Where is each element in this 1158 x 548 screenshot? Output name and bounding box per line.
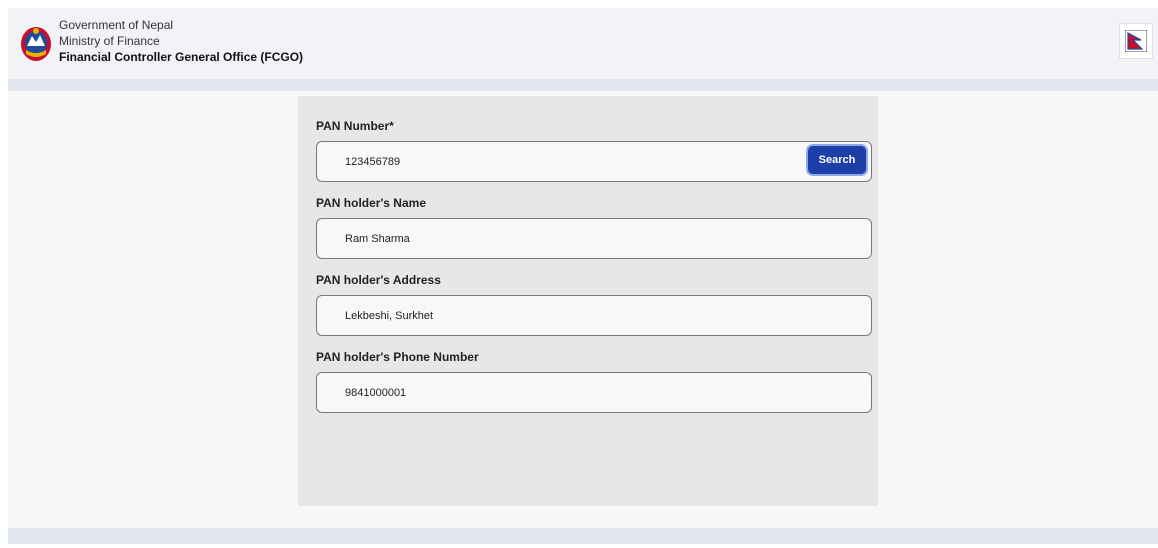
- pan-holder-address-field[interactable]: [316, 295, 872, 336]
- header-divider: [8, 79, 1158, 91]
- pan-holder-phone-field[interactable]: [316, 372, 872, 413]
- site-header: Government of Nepal Ministry of Finance …: [8, 8, 1158, 79]
- site-footer: [8, 528, 1158, 544]
- pan-number-label: PAN Number*: [316, 119, 394, 133]
- pan-holder-address-label: PAN holder's Address: [316, 273, 441, 287]
- pan-holder-name-label: PAN holder's Name: [316, 196, 426, 210]
- organization-block: Government of Nepal Ministry of Finance …: [59, 17, 303, 66]
- nepal-flag-icon: [1125, 30, 1147, 52]
- pan-holder-address-input[interactable]: [345, 296, 795, 335]
- pan-holder-name-field[interactable]: [316, 218, 872, 259]
- ministry-name: Ministry of Finance: [59, 34, 160, 48]
- office-name: Financial Controller General Office (FCG…: [59, 50, 304, 64]
- pan-holder-phone-input[interactable]: [345, 373, 795, 412]
- page-frame: Government of Nepal Ministry of Finance …: [8, 8, 1158, 544]
- nepal-emblem-icon: [18, 24, 54, 64]
- government-name: Government of Nepal: [59, 18, 174, 32]
- pan-number-field[interactable]: Search: [316, 141, 872, 182]
- search-button[interactable]: Search: [808, 146, 866, 174]
- pan-number-input[interactable]: [345, 142, 795, 181]
- pan-form-card: PAN Number* Search PAN holder's Name PAN…: [298, 96, 878, 506]
- pan-holder-phone-label: PAN holder's Phone Number: [316, 350, 479, 364]
- language-switch-button[interactable]: [1119, 23, 1153, 59]
- pan-holder-name-input[interactable]: [345, 219, 795, 258]
